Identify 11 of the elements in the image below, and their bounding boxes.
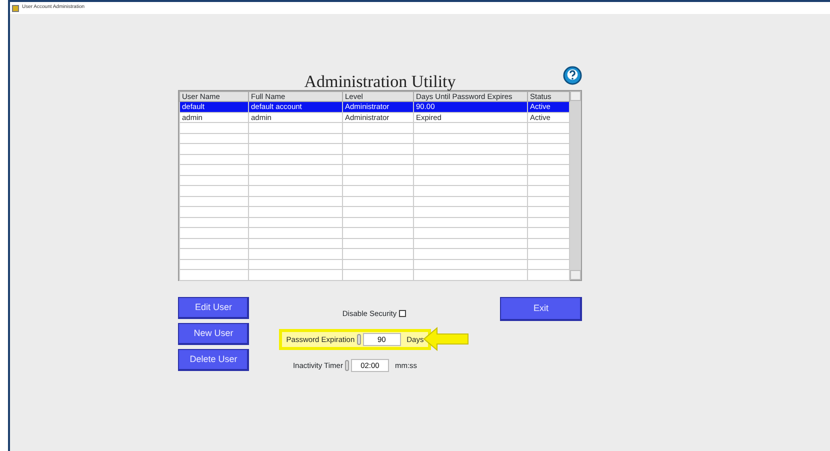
user-action-button[interactable]: New User [178, 323, 249, 345]
page-heading: Administration Utility [304, 73, 456, 90]
exit-button[interactable]: Exit [500, 297, 582, 321]
app-icon [12, 4, 19, 12]
user-action-button[interactable]: Edit User [178, 297, 249, 319]
checkbox[interactable] [398, 310, 406, 318]
scrollbar[interactable] [570, 91, 581, 280]
spinner-icon[interactable] [356, 334, 361, 345]
user-action-button[interactable]: Delete User [178, 349, 249, 371]
spinner-icon[interactable] [344, 360, 349, 372]
help-icon[interactable] [563, 66, 582, 85]
